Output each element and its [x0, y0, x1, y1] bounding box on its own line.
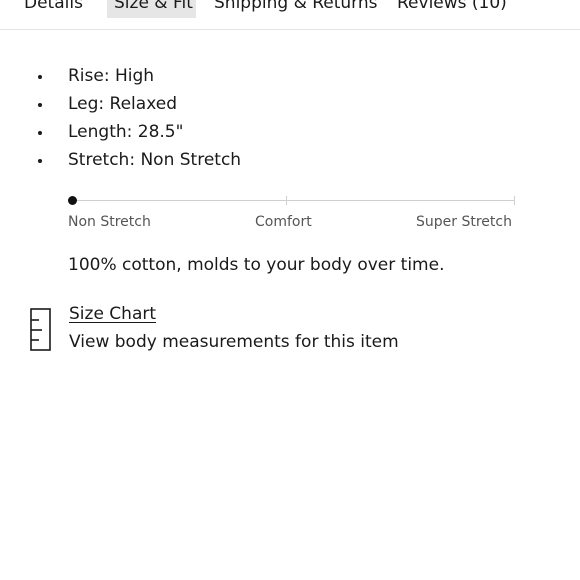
- ruler-icon: [30, 308, 51, 351]
- spec-item-length: Length: 28.5": [0, 118, 580, 146]
- stretch-label-comfort: Comfort: [255, 214, 312, 230]
- bullet-icon: [38, 159, 42, 163]
- size-chart-link[interactable]: Size Chart: [69, 302, 156, 326]
- tab-size-fit[interactable]: Size & Fit: [107, 0, 196, 18]
- spec-item-rise: Rise: High: [0, 62, 580, 90]
- bullet-icon: [38, 75, 42, 79]
- spec-text: Leg: Relaxed: [68, 94, 177, 114]
- bullet-icon: [38, 103, 42, 107]
- spec-text: Stretch: Non Stretch: [68, 150, 242, 170]
- stretch-scale-tick-comfort: [286, 196, 287, 205]
- stretch-scale-marker: [68, 196, 77, 205]
- tab-bar: Details Size & Fit Shipping & Returns Re…: [0, 0, 580, 30]
- stretch-scale-tick-super: [514, 196, 515, 205]
- fabric-description: 100% cotton, molds to your body over tim…: [68, 255, 445, 275]
- stretch-scale: Non Stretch Comfort Super Stretch: [68, 190, 515, 234]
- stretch-label-non: Non Stretch: [68, 214, 151, 230]
- spec-item-stretch: Stretch: Non Stretch: [0, 146, 580, 174]
- tab-reviews[interactable]: Reviews (10): [397, 0, 507, 18]
- spec-text: Rise: High: [68, 66, 155, 86]
- stretch-scale-track: [73, 200, 515, 201]
- stretch-label-super: Super Stretch: [416, 214, 512, 230]
- spec-text: Length: 28.5": [68, 122, 184, 142]
- bullet-icon: [38, 131, 42, 135]
- size-chart-subtitle: View body measurements for this item: [69, 332, 399, 352]
- tab-shipping-returns[interactable]: Shipping & Returns: [214, 0, 378, 18]
- spec-item-leg: Leg: Relaxed: [0, 90, 580, 118]
- tab-details[interactable]: Details: [24, 0, 83, 18]
